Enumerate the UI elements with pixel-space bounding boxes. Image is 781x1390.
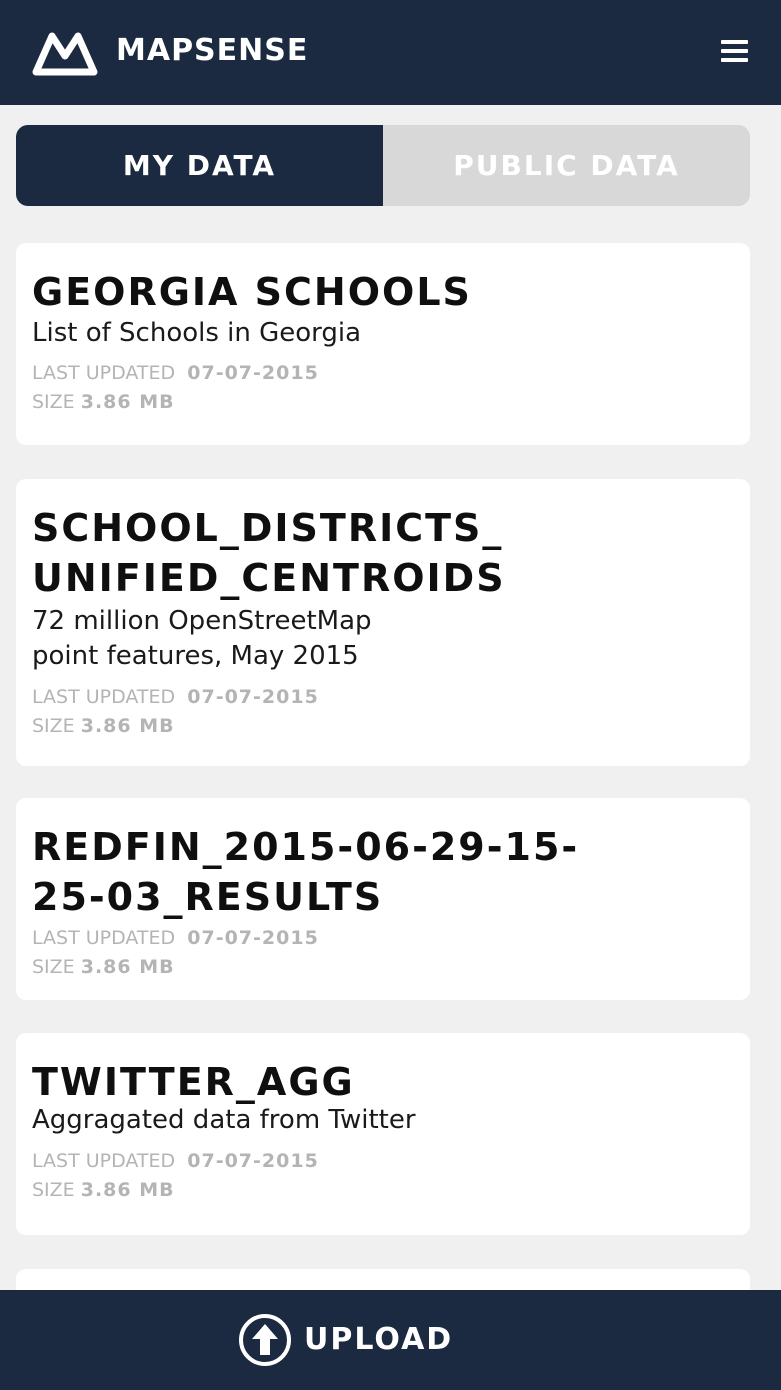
dataset-description: List of Schools in Georgia: [32, 318, 362, 348]
dataset-title: REDFIN_2015-06-29-15- 25-03_RESULTS: [32, 825, 580, 919]
last-updated-value: 07-07-2015: [187, 927, 319, 949]
dataset-card[interactable]: REDFIN_2015-06-29-15- 25-03_RESULTS LAST…: [16, 798, 750, 1000]
dataset-description: 72 million OpenStreetMap point features,…: [32, 606, 372, 671]
last-updated-label: LAST UPDATED: [32, 927, 176, 949]
data-tabs: MY DATA PUBLIC DATA: [16, 125, 750, 206]
dataset-description: Aggragated data from Twitter: [32, 1105, 416, 1135]
dataset-last-updated: LAST UPDATED 07-07-2015: [32, 359, 319, 388]
size-value: 3.86 MB: [80, 391, 175, 413]
last-updated-value: 07-07-2015: [187, 1150, 319, 1172]
top-header: MAPSENSE: [0, 0, 781, 105]
last-updated-label: LAST UPDATED: [32, 362, 176, 384]
mapsense-logo-icon[interactable]: [30, 28, 100, 78]
brand-name: MAPSENSE: [116, 33, 309, 68]
tab-public-data[interactable]: PUBLIC DATA: [383, 125, 750, 206]
last-updated-value: 07-07-2015: [187, 362, 319, 384]
dataset-title: TWITTER_AGG: [32, 1060, 355, 1104]
dataset-card[interactable]: SCHOOL_DISTRICTS_ UNIFIED_CENTROIDS 72 m…: [16, 479, 750, 766]
size-value: 3.86 MB: [80, 1179, 175, 1201]
last-updated-label: LAST UPDATED: [32, 686, 176, 708]
hamburger-menu-icon[interactable]: [721, 40, 751, 66]
dataset-last-updated: LAST UPDATED 07-07-2015: [32, 1147, 319, 1176]
size-value: 3.86 MB: [80, 715, 175, 737]
size-label: SIZE: [32, 391, 75, 413]
tab-my-data[interactable]: MY DATA: [16, 125, 383, 206]
dataset-last-updated: LAST UPDATED 07-07-2015: [32, 924, 319, 953]
upload-label: UPLOAD: [304, 1322, 454, 1357]
size-label: SIZE: [32, 715, 75, 737]
size-label: SIZE: [32, 1179, 75, 1201]
dataset-title: SCHOOL_DISTRICTS_ UNIFIED_CENTROIDS: [32, 506, 506, 600]
last-updated-value: 07-07-2015: [187, 686, 319, 708]
upload-button[interactable]: UPLOAD: [0, 1290, 781, 1390]
upload-arrow-icon: [239, 1314, 291, 1366]
dataset-last-updated: LAST UPDATED 07-07-2015: [32, 683, 319, 712]
app-screen: MAPSENSE MY DATA PUBLIC DATA GEORGIA SCH…: [0, 0, 781, 1390]
dataset-card[interactable]: TWITTER_AGG Aggragated data from Twitter…: [16, 1033, 750, 1235]
dataset-size: SIZE 3.86 MB: [32, 1176, 175, 1205]
last-updated-label: LAST UPDATED: [32, 1150, 176, 1172]
size-label: SIZE: [32, 956, 75, 978]
size-value: 3.86 MB: [80, 956, 175, 978]
dataset-size: SIZE 3.86 MB: [32, 388, 175, 417]
dataset-title: GEORGIA SCHOOLS: [32, 270, 472, 314]
dataset-size: SIZE 3.86 MB: [32, 953, 175, 982]
dataset-size: SIZE 3.86 MB: [32, 712, 175, 741]
dataset-card[interactable]: GEORGIA SCHOOLS List of Schools in Georg…: [16, 243, 750, 445]
